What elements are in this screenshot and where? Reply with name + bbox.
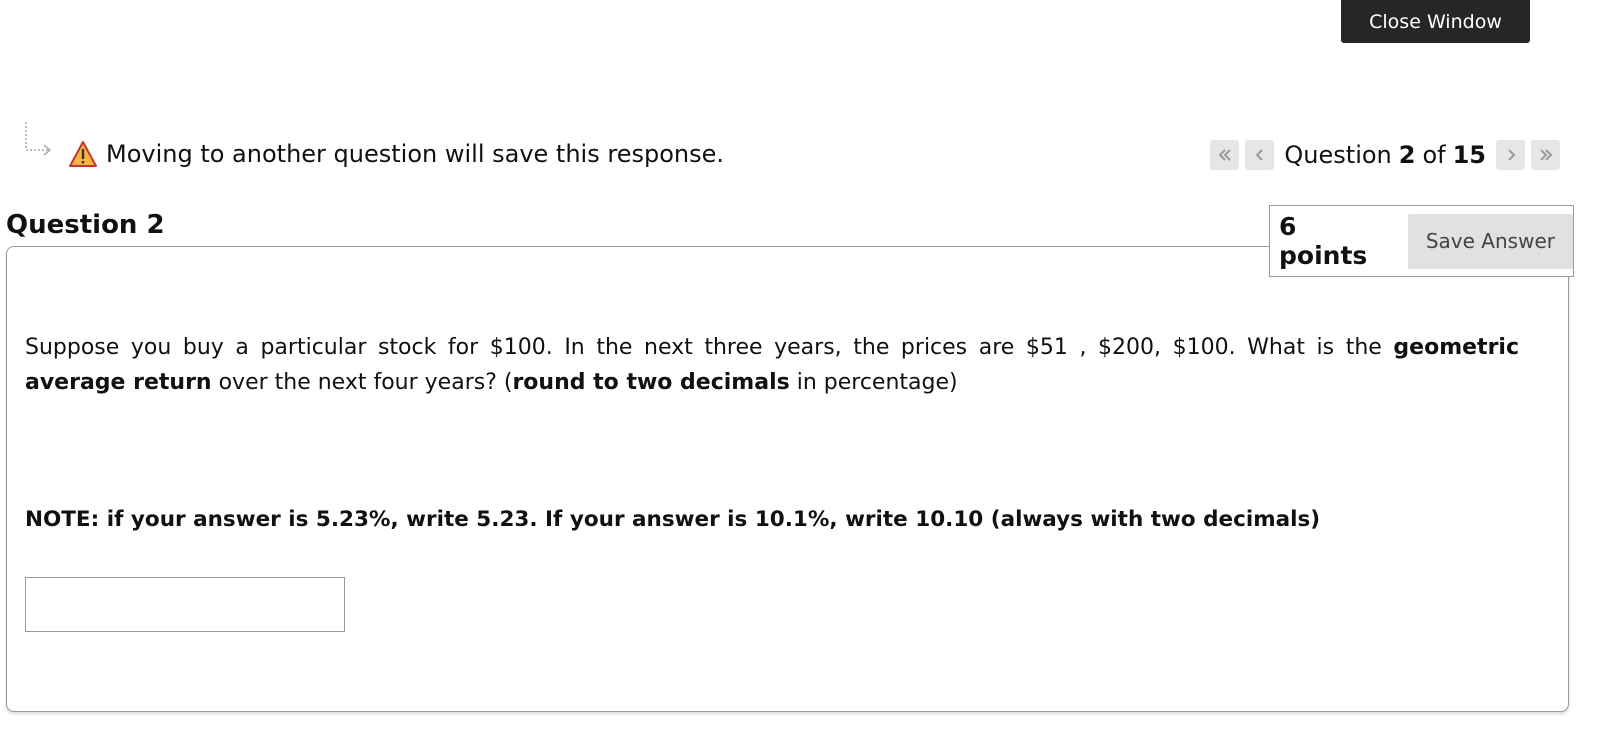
question-counter-of: of	[1422, 141, 1446, 169]
question-text-part-2: over the next four years? (	[211, 370, 513, 395]
answer-input[interactable]	[25, 577, 345, 632]
question-counter-total: 15	[1452, 141, 1486, 169]
save-answer-button[interactable]: Save Answer	[1407, 213, 1573, 269]
double-chevron-right-icon	[1539, 149, 1552, 161]
question-text-bold-2: round to two decimals	[512, 370, 790, 395]
last-question-button[interactable]	[1531, 140, 1560, 170]
chevron-right-icon	[1507, 149, 1515, 161]
question-counter: Question 2 of 15	[1280, 141, 1490, 169]
previous-question-button[interactable]	[1245, 140, 1275, 170]
question-title: Question 2	[6, 210, 165, 240]
question-navigation: Question 2 of 15	[1210, 140, 1560, 170]
warning-icon	[69, 141, 97, 167]
question-note: NOTE: if your answer is 5.23%, write 5.2…	[25, 507, 1321, 532]
question-text-part-1: Suppose you buy a particular stock for $…	[25, 335, 1394, 360]
next-question-button[interactable]	[1496, 140, 1525, 170]
question-counter-current: 2	[1398, 141, 1416, 169]
first-question-button[interactable]	[1210, 140, 1240, 170]
question-text: Suppose you buy a particular stock for $…	[25, 330, 1519, 400]
points-panel: 6 points Save Answer	[1269, 205, 1574, 277]
close-window-button[interactable]: Close Window	[1341, 0, 1530, 43]
double-chevron-left-icon	[1218, 149, 1231, 161]
tree-arrow-icon	[25, 122, 52, 156]
chevron-left-icon	[1255, 149, 1263, 161]
question-panel	[6, 246, 1569, 712]
question-counter-prefix: Question	[1284, 141, 1392, 169]
save-notice-text: Moving to another question will save thi…	[106, 140, 724, 168]
question-points: 6 points	[1279, 212, 1368, 270]
save-notice: Moving to another question will save thi…	[68, 140, 724, 168]
question-text-part-3: in percentage)	[789, 370, 958, 395]
